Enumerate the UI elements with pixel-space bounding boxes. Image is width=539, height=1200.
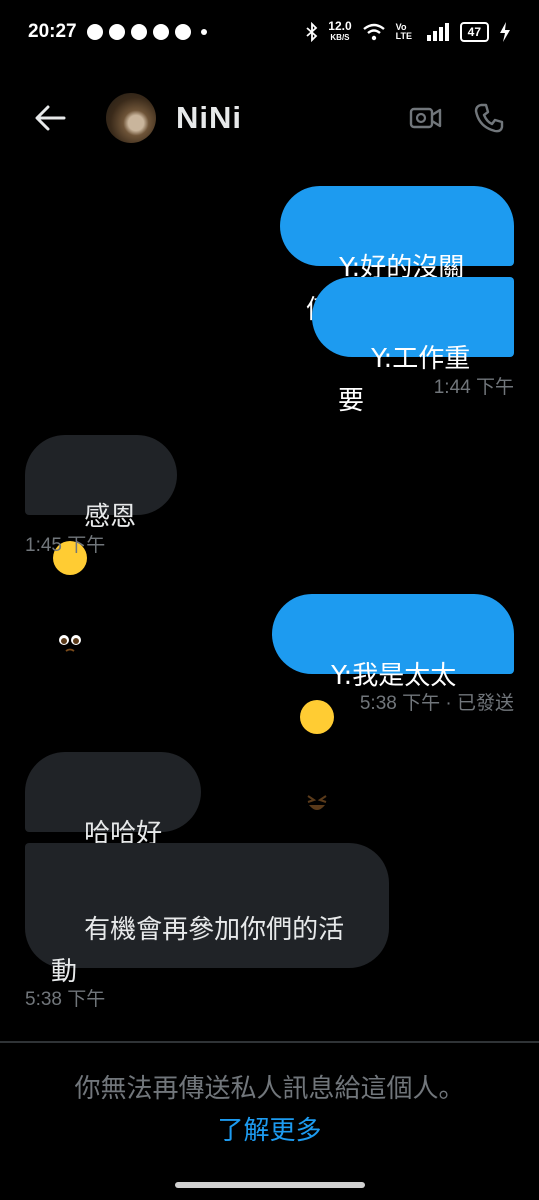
chat-notification-icon [86,24,103,40]
messenger-notification-icon [108,24,125,40]
more-notifications-dot [200,29,207,35]
message-timestamp: 1:45 下午 [25,535,106,556]
phone-call-icon[interactable] [473,102,505,134]
network-speed: 12.0 KB/S [328,19,352,42]
incoming-message[interactable]: 哈哈好喔 [25,752,201,891]
message-timestamp: 5:38 下午 [25,989,106,1010]
signal-icon [426,23,449,41]
video-call-icon[interactable] [409,104,443,132]
volte-indicator: Vo LTE [395,22,412,41]
bluetooth-icon [306,22,318,42]
back-button[interactable] [20,88,80,148]
dm-disabled-text: 你無法再傳送私人訊息給這個人。 [74,1074,465,1104]
conversation-header: NiNi [0,78,539,158]
learn-more-link[interactable]: 了解更多 [0,1110,539,1152]
charging-icon [500,22,510,42]
message-timestamp: 1:44 下午 [433,377,514,398]
battery-indicator: 47 [459,22,489,42]
outgoing-message[interactable]: Y:工作重要 [312,277,514,416]
status-time: 20:27 [28,21,77,42]
incoming-message[interactable]: 感恩 [25,435,177,652]
outgoing-message[interactable]: Y:我是太太 [272,594,514,810]
contact-name[interactable]: NiNi [176,100,242,136]
app-notification-icon [152,24,169,40]
status-bar: 20:27 12.0 KB/S Vo LTE 47 [0,0,539,64]
back-arrow-icon [35,105,66,131]
dm-disabled-notice: 你無法再傳送私人訊息給這個人。 了解更多 [0,1068,539,1152]
incoming-message[interactable]: 有機會再參加你們的活 動 [25,843,389,987]
notification-icons [86,24,207,40]
message-timestamp: 5:38 下午 · 已發送 [359,693,514,714]
wifi-icon [362,23,385,41]
record-notification-icon [174,24,191,40]
outgoing-message[interactable]: Y:好的沒關係 [280,186,514,325]
line-notification-icon [130,24,147,40]
rolling-laughing-icon [300,699,334,810]
contact-avatar[interactable] [106,93,156,143]
footer-divider [0,1041,539,1043]
gesture-home-bar[interactable] [175,1182,365,1188]
